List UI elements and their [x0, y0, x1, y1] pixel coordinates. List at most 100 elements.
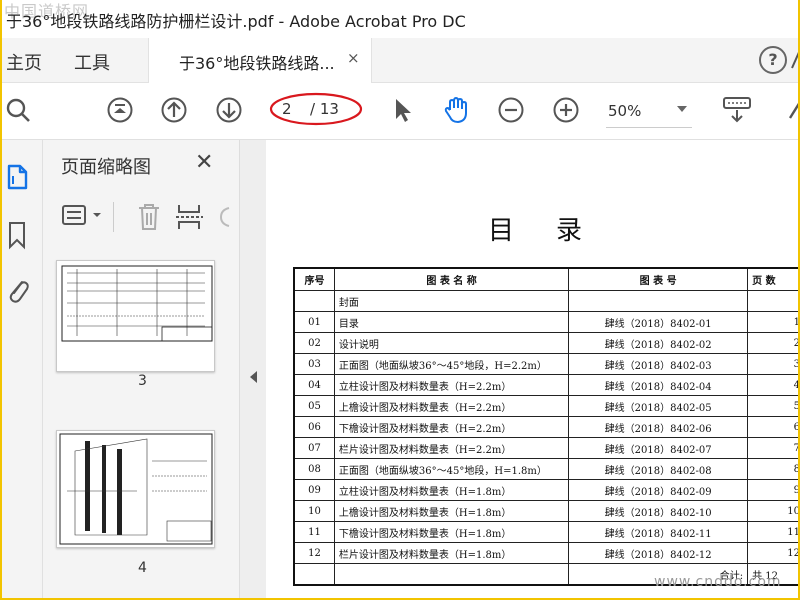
toc-cell-page: 3	[747, 353, 798, 375]
watermark-url: www.cnddo.com	[654, 574, 782, 590]
next-page-icon[interactable]	[215, 96, 243, 124]
bookmarks-icon[interactable]	[4, 220, 32, 250]
delete-page-icon[interactable]	[136, 202, 162, 232]
toc-cell-no: 11	[293, 521, 335, 543]
thumbnail-page-number: 3	[138, 373, 147, 389]
toc-cell-page: 5	[747, 395, 798, 417]
zoom-in-icon[interactable]	[552, 96, 580, 124]
thumbnail-page-4[interactable]	[56, 430, 215, 548]
toc-cell-name: 上檐设计图及材料数量表（H=2.2m）	[333, 395, 570, 417]
toc-row: 封面	[293, 290, 798, 312]
toc-row: 03 正面图（地面纵坡36°～45°地段，H=2.2m） 肆线（2018）8402-…	[293, 353, 798, 375]
keyboard-scroll-icon[interactable]	[722, 96, 752, 124]
toc-cell-page: 10	[747, 500, 798, 522]
toc-table: 序号 图 表 名 称 图 表 号 页 数 封面 01 目录 肆线（2018）8402-…	[293, 267, 798, 586]
panel-collapse-handle[interactable]	[239, 140, 267, 598]
page-thumbnails-icon[interactable]	[4, 162, 32, 192]
toc-cell-page: 2	[747, 332, 798, 354]
toc-cell-code	[568, 290, 749, 312]
toc-cell-code: 肆线（2018）8402-08	[568, 458, 749, 480]
toc-cell-page: 4	[747, 374, 798, 396]
collapse-arrow-icon[interactable]	[248, 370, 258, 384]
document-view[interactable]: 目录 序号 图 表 名 称 图 表 号 页 数 封面 01 目录 肆线（2018）84…	[266, 140, 798, 598]
attachments-icon[interactable]	[4, 276, 32, 306]
toc-cell-no: 05	[293, 395, 335, 417]
toc-row: 08 正面图（地面纵坡36°～45°地段，H=1.8m） 肆线（2018）8402-…	[293, 458, 798, 480]
toc-cell-name: 立柱设计图及材料数量表（H=2.2m）	[333, 374, 570, 396]
toc-cell-page: 9	[747, 479, 798, 501]
title-bar: 中国道桥网 于36°地段铁路线路防护栅栏设计.pdf - Adobe Acrob…	[2, 0, 798, 38]
zoom-dropdown-icon[interactable]	[677, 106, 687, 112]
toc-cell-code: 肆线（2018）8402-03	[568, 353, 749, 375]
toc-header-code: 图 表 号	[568, 267, 749, 291]
help-icon[interactable]: ?	[759, 46, 787, 74]
toc-cell-code: 肆线（2018）8402-06	[568, 416, 749, 438]
toc-cell-page: 6	[747, 416, 798, 438]
rotate-page-icon[interactable]	[217, 202, 239, 232]
tab-document[interactable]: 于36°地段铁路线路... ×	[148, 38, 372, 83]
toc-cell-no: 02	[293, 332, 335, 354]
thumbnail-page-3[interactable]	[56, 260, 215, 372]
toc-cell-name: 下檐设计图及材料数量表（H=1.8m）	[333, 521, 570, 543]
zoom-level-select[interactable]: 50%	[608, 102, 641, 120]
tab-home[interactable]: 主页	[6, 49, 42, 75]
toc-cell-no: 08	[293, 458, 335, 480]
toc-cell-code: 肆线（2018）8402-02	[568, 332, 749, 354]
toc-cell-code: 肆线（2018）8402-07	[568, 437, 749, 459]
toc-row: 07 栏片设计图及材料数量表（H=2.2m） 肆线（2018）8402-07 7	[293, 437, 798, 459]
search-icon[interactable]	[4, 96, 32, 124]
toc-cell-no: 01	[293, 311, 335, 333]
tab-close-icon[interactable]: ×	[347, 49, 360, 67]
select-cursor-icon[interactable]	[388, 96, 416, 124]
tab-tools[interactable]: 工具	[74, 49, 110, 75]
toc-cell-code: 肆线（2018）8402-09	[568, 479, 749, 501]
toc-cell-page: 11	[747, 521, 798, 543]
toc-row: 10 上檐设计图及材料数量表（H=1.8m） 肆线（2018）8402-10 10	[293, 500, 798, 522]
toc-cell-no: 06	[293, 416, 335, 438]
toc-cell-no: 10	[293, 500, 335, 522]
toc-cell-name: 封面	[333, 290, 570, 312]
toolbar-separator	[113, 202, 114, 232]
tab-document-label: 于36°地段铁路线路...	[179, 54, 335, 73]
first-page-icon[interactable]	[106, 96, 134, 124]
toc-row: 05 上檐设计图及材料数量表（H=2.2m） 肆线（2018）8402-05 5	[293, 395, 798, 417]
toc-header-name: 图 表 名 称	[333, 267, 570, 291]
toc-row: 09 立柱设计图及材料数量表（H=1.8m） 肆线（2018）8402-09 9	[293, 479, 798, 501]
extract-pages-icon[interactable]	[175, 202, 205, 232]
toc-body: 封面 01 目录 肆线（2018）8402-01 1 02 设计说明 肆线（2018）8402…	[293, 290, 798, 586]
window-title: 于36°地段铁路线路防护栅栏设计.pdf - Adobe Acrobat Pro…	[6, 12, 466, 31]
sign-icon[interactable]	[788, 44, 800, 74]
toc-cell-no: 09	[293, 479, 335, 501]
toc-cell-page: 1	[747, 311, 798, 333]
panel-title: 页面缩略图	[61, 157, 151, 178]
toc-cell-no: 12	[293, 542, 335, 564]
toolbar: 2 / 13 50%	[2, 83, 800, 140]
toc-cell-name: 栏片设计图及材料数量表（H=2.2m）	[333, 437, 570, 459]
toc-header-page: 页 数	[747, 267, 798, 291]
thumbnail-options-icon[interactable]	[61, 202, 105, 230]
zoom-out-icon[interactable]	[497, 96, 525, 124]
pen-icon[interactable]	[784, 96, 800, 124]
toc-cell-no: 04	[293, 374, 335, 396]
hand-tool-icon[interactable]	[442, 96, 470, 124]
toc-row: 12 栏片设计图及材料数量表（H=1.8m） 肆线（2018）8402-12 12	[293, 542, 798, 564]
previous-page-icon[interactable]	[160, 96, 188, 124]
toc-cell-no	[293, 290, 335, 312]
toc-cell-code: 肆线（2018）8402-04	[568, 374, 749, 396]
toc-cell-code: 肆线（2018）8402-01	[568, 311, 749, 333]
toc-cell-name: 正面图（地面纵坡36°～45°地段，H=1.8m）	[333, 458, 570, 480]
navigation-rail	[2, 140, 43, 598]
toc-cell-name: 栏片设计图及材料数量表（H=1.8m）	[333, 542, 570, 564]
panel-close-icon[interactable]: ✕	[195, 150, 213, 175]
thumbnail-page-number: 4	[138, 560, 147, 576]
toc-row: 02 设计说明 肆线（2018）8402-02 2	[293, 332, 798, 354]
thumbnail-drawing	[61, 265, 213, 342]
red-annotation-ellipse	[269, 92, 363, 126]
toc-cell-page: 12	[747, 542, 798, 564]
toc-total-blank	[293, 563, 335, 586]
toc-cell-name: 正面图（地面纵坡36°～45°地段，H=2.2m）	[333, 353, 570, 375]
document-title: 目录	[488, 216, 625, 246]
toc-row: 06 下檐设计图及材料数量表（H=2.2m） 肆线（2018）8402-06 6	[293, 416, 798, 438]
page-number-field[interactable]: 2 / 13	[269, 92, 363, 126]
toc-cell-name: 上檐设计图及材料数量表（H=1.8m）	[333, 500, 570, 522]
